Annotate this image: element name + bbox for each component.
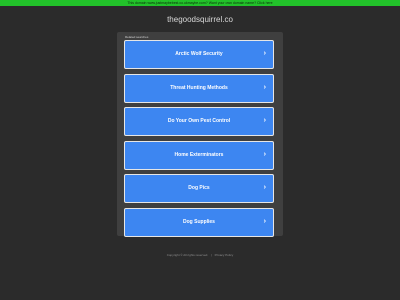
related-link-dog-pics[interactable]: Dog Pics ›: [124, 174, 274, 204]
related-link-label: Dog Pics: [188, 185, 210, 192]
top-banner[interactable]: This domain www.justmaybebest.co.ukmaybe…: [0, 0, 400, 6]
chevron-right-icon: ›: [263, 217, 266, 225]
copyright-text: Copyright © All rights reserved.: [166, 253, 209, 257]
chevron-right-icon: ›: [263, 150, 266, 158]
related-searches-panel: Related searches Arctic Wolf Security › …: [117, 32, 283, 237]
related-link-arctic-wolf-security[interactable]: Arctic Wolf Security ›: [124, 40, 274, 69]
footer: Copyright © All rights reserved. | Priva…: [0, 253, 400, 258]
related-link-label: Threat Hunting Methods: [170, 84, 228, 91]
chevron-right-icon: ›: [263, 184, 266, 192]
related-links-list: Arctic Wolf Security › Threat Hunting Me…: [124, 40, 276, 242]
footer-separator: |: [210, 253, 212, 257]
related-link-do-your-own-pest-control[interactable]: Do Your Own Pest Control ›: [124, 107, 274, 137]
related-link-label: Arctic Wolf Security: [175, 51, 223, 57]
related-link-label: Home Exterminators: [174, 151, 224, 158]
related-link-home-exterminators[interactable]: Home Exterminators ›: [124, 140, 274, 170]
related-link-threat-hunting-methods[interactable]: Threat Hunting Methods ›: [124, 73, 274, 103]
chevron-right-icon: ›: [263, 50, 266, 57]
domain-title: thegoodsquirrel.co: [167, 15, 233, 24]
chevron-right-icon: ›: [263, 83, 266, 91]
related-link-label: Dog Supplies: [183, 218, 215, 225]
privacy-policy-link[interactable]: Privacy Policy: [215, 253, 234, 257]
chevron-right-icon: ›: [263, 117, 266, 125]
related-searches-heading: Related searches: [125, 35, 149, 39]
related-link-label: Do Your Own Pest Control: [167, 118, 231, 125]
related-link-dog-supplies[interactable]: Dog Supplies ›: [124, 207, 274, 237]
banner-text[interactable]: This domain www.justmaybebest.co.ukmaybe…: [127, 1, 272, 5]
